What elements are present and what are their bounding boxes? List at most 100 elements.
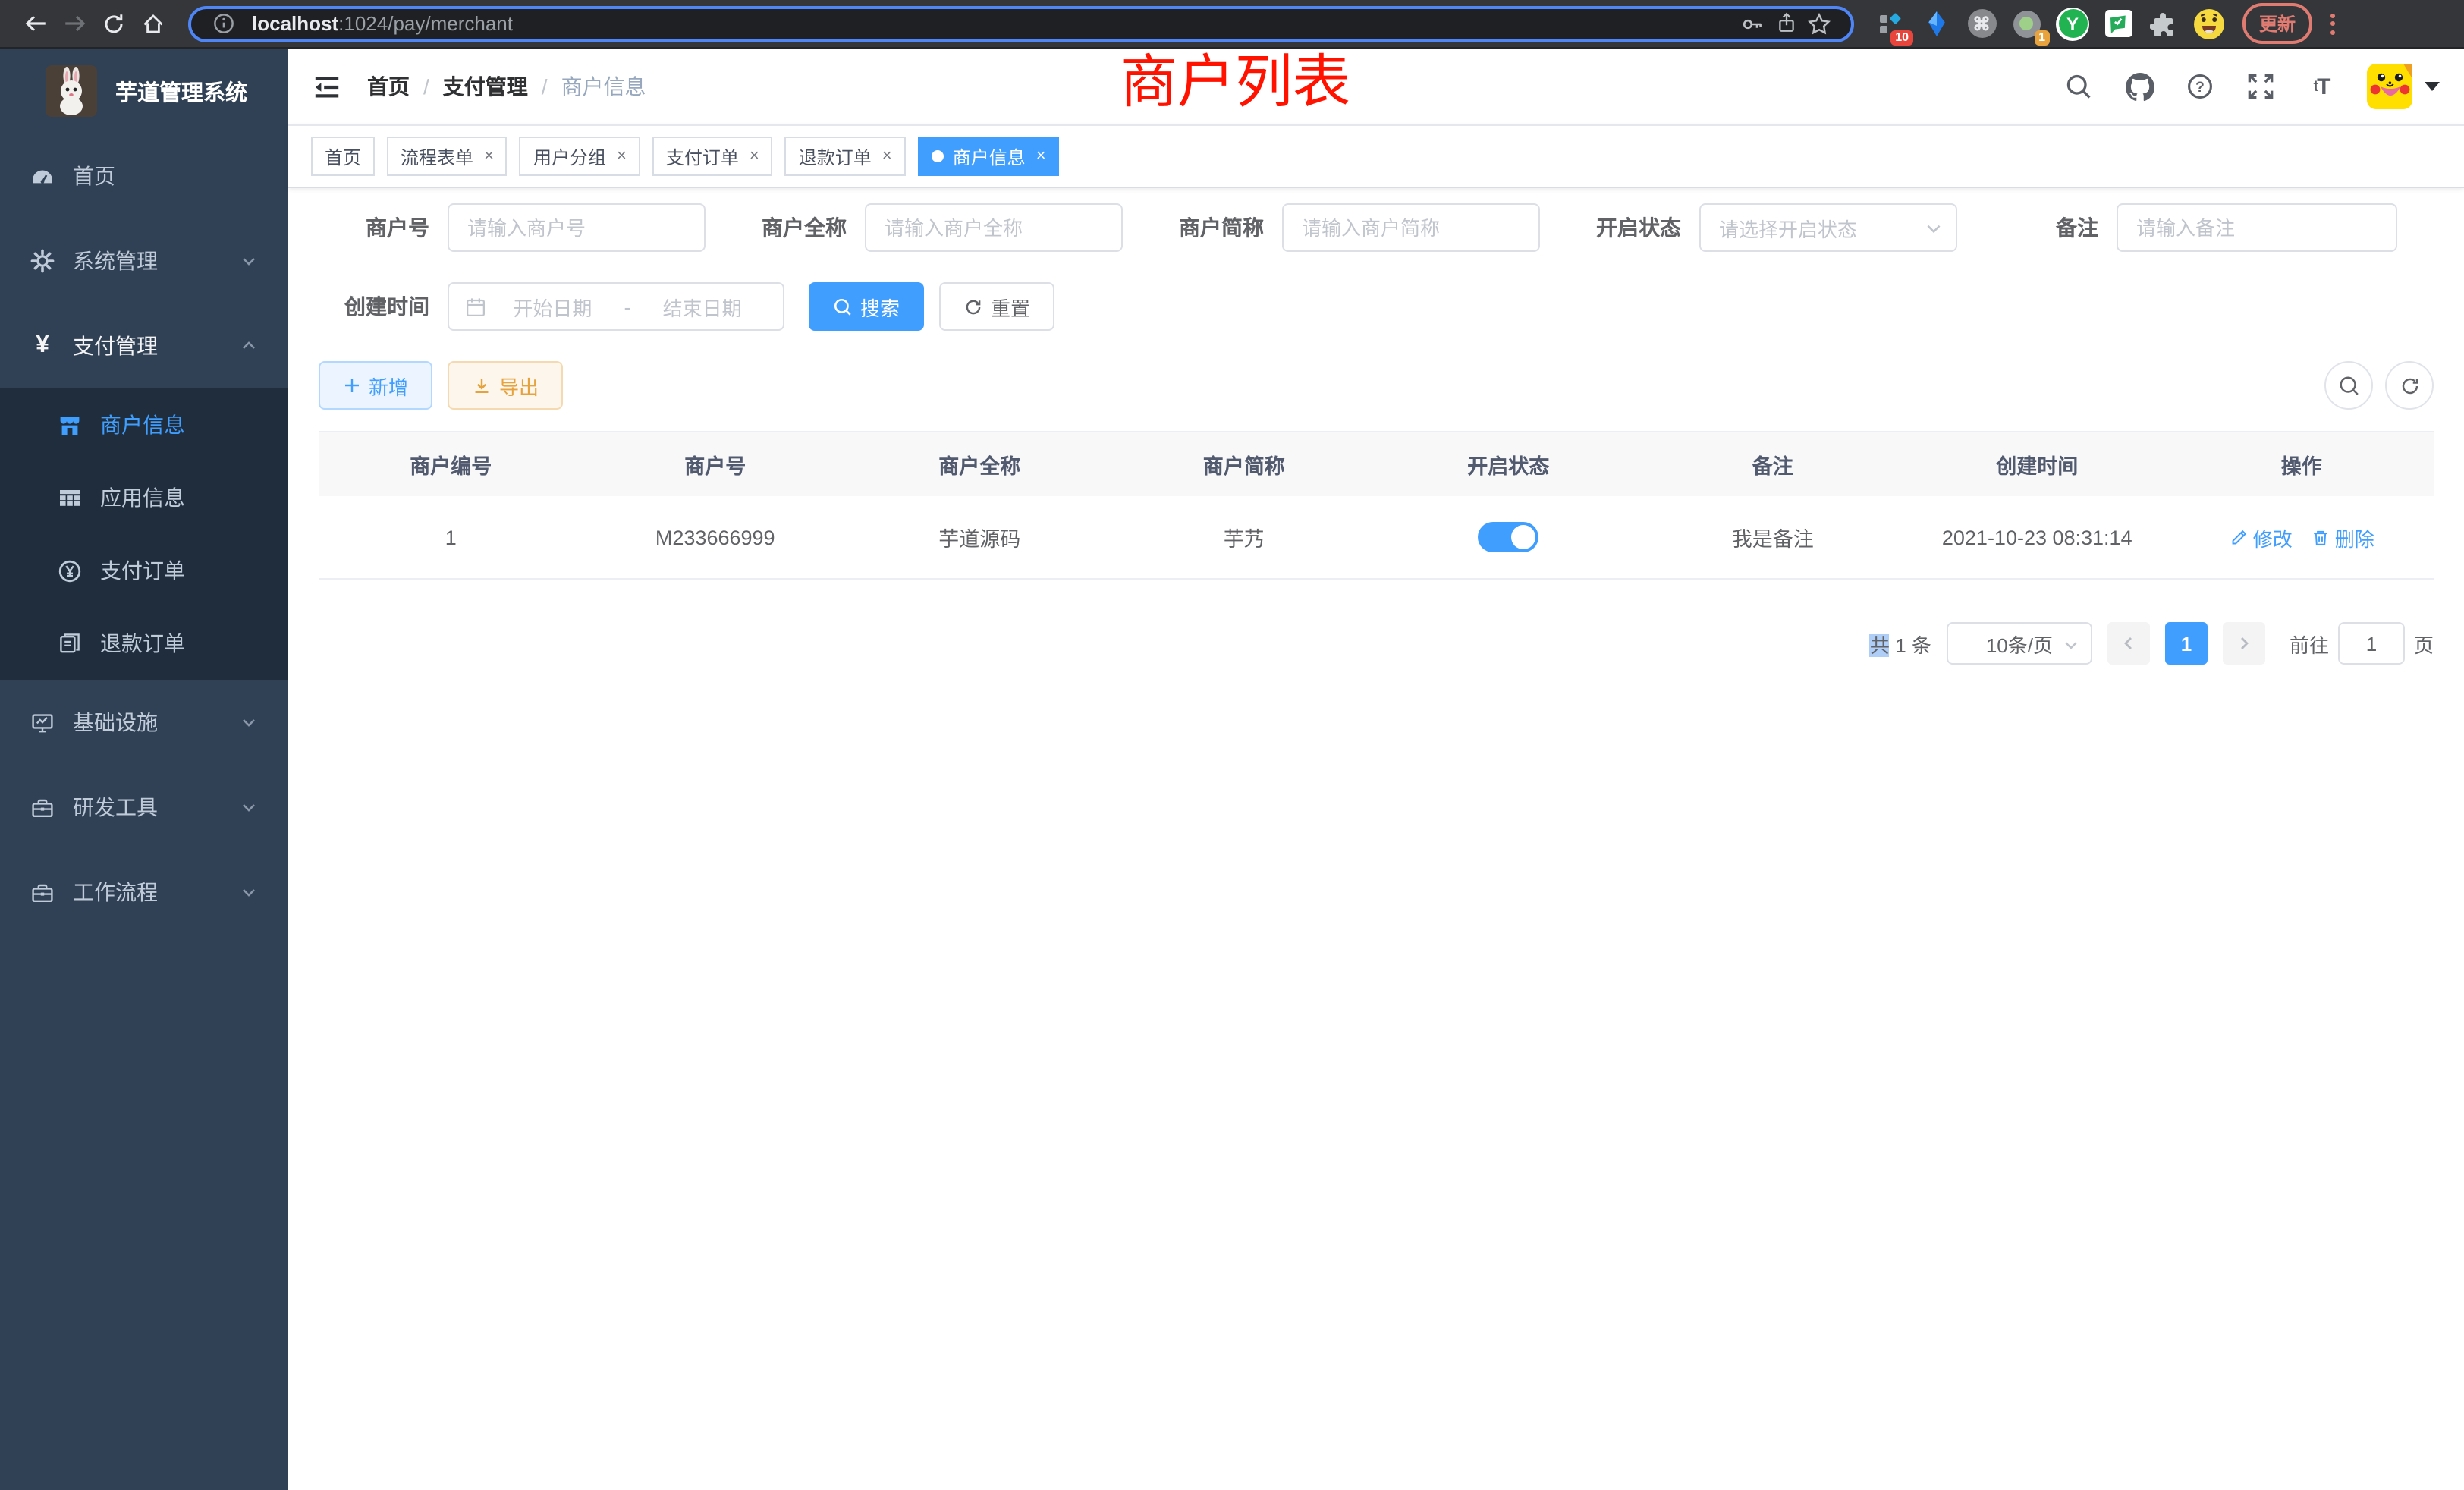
breadcrumb-payment[interactable]: 支付管理	[443, 71, 528, 102]
edit-link[interactable]: 修改	[2229, 523, 2293, 552]
page-number[interactable]: 1	[2165, 622, 2208, 665]
store-icon	[58, 413, 82, 437]
extension-command-icon[interactable]: ⌘	[1963, 5, 2000, 42]
end-date[interactable]: 结束日期	[636, 292, 768, 321]
back-icon[interactable]	[15, 4, 55, 43]
page-size-select[interactable]: 10条/页	[1947, 622, 2092, 665]
bookmark-star-icon[interactable]	[1802, 7, 1836, 40]
search-button[interactable]: 搜索	[809, 282, 924, 331]
extension-badge: 10	[1890, 30, 1913, 45]
delete-link[interactable]: 删除	[2311, 523, 2374, 552]
sidebar-item-home[interactable]: 首页	[0, 134, 288, 218]
date-range-picker[interactable]: 开始日期 - 结束日期	[448, 282, 784, 331]
browser-update-button[interactable]: 更新	[2242, 3, 2312, 44]
full-name-input[interactable]	[865, 203, 1123, 252]
profile-avatar-icon[interactable]	[2191, 5, 2227, 42]
github-icon[interactable]	[2124, 71, 2154, 102]
sidebar-item-dev-tools[interactable]: 研发工具	[0, 765, 288, 850]
sidebar-fold-icon[interactable]	[313, 71, 343, 102]
sidebar-item-app-info[interactable]: 应用信息	[0, 461, 288, 534]
col-short-name: 商户简称	[1112, 432, 1377, 496]
reset-button[interactable]: 重置	[939, 282, 1054, 331]
browser-menu-icon[interactable]	[2321, 13, 2343, 34]
chevron-down-icon	[1924, 218, 1944, 238]
next-page-icon[interactable]	[2223, 622, 2265, 665]
site-info-icon[interactable]	[206, 7, 240, 40]
sidebar-item-refund-order[interactable]: 退款订单	[0, 607, 288, 680]
svg-text:?: ?	[2195, 80, 2205, 96]
app-title: 芋道管理系统	[115, 75, 247, 107]
prev-page-icon[interactable]	[2107, 622, 2150, 665]
col-remark: 备注	[1641, 432, 1906, 496]
extension-blocks-icon[interactable]: 10	[1872, 5, 1909, 42]
breadcrumb: 首页 / 支付管理 / 商户信息	[367, 71, 646, 102]
cell-create-time: 2021-10-23 08:31:14	[1905, 496, 2170, 578]
sidebar-item-infrastructure[interactable]: 基础设施	[0, 680, 288, 765]
export-button[interactable]: 导出	[448, 361, 563, 410]
header-search-icon[interactable]	[2063, 71, 2094, 102]
close-icon[interactable]: ×	[1036, 148, 1046, 165]
sidebar-item-pay-order[interactable]: 支付订单	[0, 534, 288, 607]
address-bar[interactable]: localhost:1024/pay/merchant	[188, 5, 1854, 42]
tab-home[interactable]: 首页	[311, 137, 375, 176]
sidebar-item-payment[interactable]: ¥ 支付管理	[0, 303, 288, 388]
extension-kite-icon[interactable]	[1918, 5, 1954, 42]
password-key-icon[interactable]	[1736, 7, 1769, 40]
close-icon[interactable]: ×	[617, 148, 627, 165]
avatar-image	[2367, 64, 2412, 109]
url-text: localhost:1024/pay/merchant	[252, 12, 1736, 35]
start-date[interactable]: 开始日期	[487, 292, 618, 321]
remark-input[interactable]	[2117, 203, 2397, 252]
sidebar-item-merchant-info[interactable]: 商户信息	[0, 388, 288, 461]
logo-rabbit-image	[46, 65, 97, 117]
grid-icon	[58, 486, 82, 510]
show-search-icon[interactable]	[2324, 361, 2373, 410]
help-icon[interactable]: ?	[2185, 71, 2215, 102]
status-select[interactable]: 请选择开启状态	[1699, 203, 1957, 252]
breadcrumb-home[interactable]: 首页	[367, 71, 410, 102]
extensions-row: 10 ⌘ 1 Y	[1872, 5, 2227, 42]
cell-status	[1376, 496, 1641, 578]
forward-icon[interactable]	[55, 4, 94, 43]
tab-user-group[interactable]: 用户分组×	[520, 137, 640, 176]
status-toggle[interactable]	[1478, 522, 1538, 552]
fullscreen-icon[interactable]	[2246, 71, 2276, 102]
goto-page: 前往 页	[2290, 622, 2434, 665]
merchant-no-input[interactable]	[448, 203, 706, 252]
field-label: 商户全称	[736, 212, 865, 243]
col-full-name: 商户全称	[847, 432, 1112, 496]
font-size-icon[interactable]: ttTT	[2306, 71, 2337, 102]
sidebar-item-system[interactable]: 系统管理	[0, 218, 288, 303]
sidebar-item-workflow[interactable]: 工作流程	[0, 850, 288, 935]
chevron-down-icon	[240, 713, 258, 731]
share-icon[interactable]	[1769, 7, 1802, 40]
main-area: 首页 / 支付管理 / 商户信息 ?	[288, 49, 2464, 1490]
cell-merchant-id: 1	[319, 496, 583, 578]
yen-circle-icon	[58, 558, 82, 583]
filter-status: 开启状态 请选择开启状态	[1570, 203, 1957, 252]
refresh-icon[interactable]	[2385, 361, 2434, 410]
tab-process-form[interactable]: 流程表单×	[387, 137, 508, 176]
field-label: 创建时间	[319, 291, 448, 322]
extensions-puzzle-icon[interactable]	[2145, 5, 2182, 42]
cell-full-name: 芋道源码	[847, 496, 1112, 578]
user-avatar[interactable]	[2367, 64, 2440, 109]
app-logo[interactable]: 芋道管理系统	[0, 49, 288, 134]
close-icon[interactable]: ×	[882, 148, 892, 165]
home-icon[interactable]	[134, 4, 173, 43]
tags-view: 首页 流程表单× 用户分组× 支付订单× 退款订单× 商户信息×	[288, 124, 2464, 188]
extension-chat-icon[interactable]	[2100, 5, 2136, 42]
short-name-input[interactable]	[1282, 203, 1540, 252]
extension-gray-circle-icon[interactable]: 1	[2009, 5, 2045, 42]
col-actions: 操作	[2170, 432, 2434, 496]
tab-merchant-info[interactable]: 商户信息×	[918, 137, 1060, 176]
tab-pay-order[interactable]: 支付订单×	[652, 137, 773, 176]
extension-y-icon[interactable]: Y	[2054, 5, 2091, 42]
avatar-caret-icon	[2425, 82, 2440, 91]
reload-icon[interactable]	[94, 4, 134, 43]
close-icon[interactable]: ×	[750, 148, 759, 165]
tab-refund-order[interactable]: 退款订单×	[785, 137, 906, 176]
close-icon[interactable]: ×	[484, 148, 494, 165]
goto-page-input[interactable]	[2338, 622, 2405, 665]
add-button[interactable]: 新增	[319, 361, 432, 410]
